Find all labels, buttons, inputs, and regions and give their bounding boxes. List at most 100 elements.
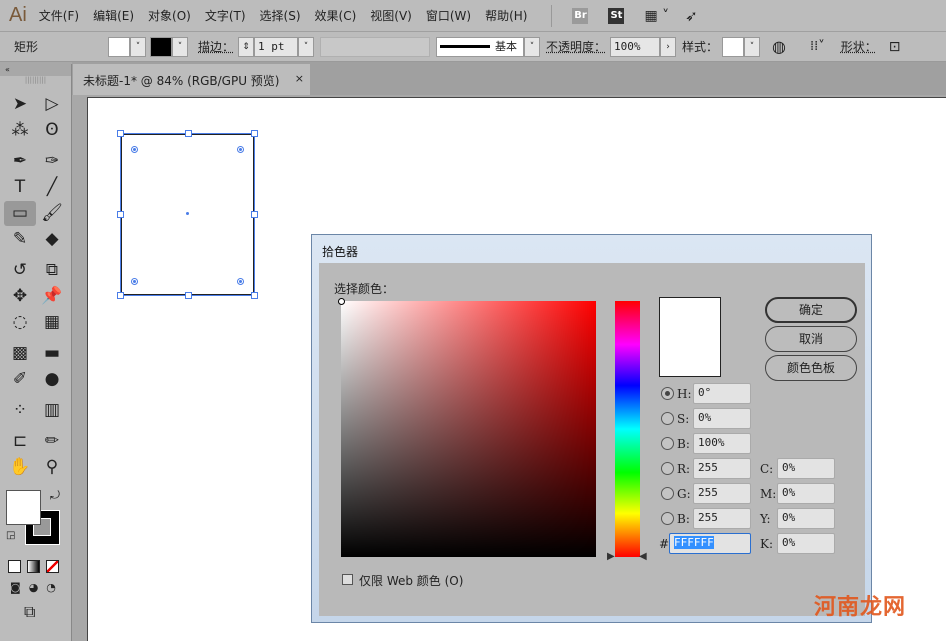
resize-handle[interactable] <box>117 130 124 137</box>
line-icon[interactable]: ╱ <box>36 175 68 200</box>
puppet-warp-icon[interactable]: ✥ <box>4 284 36 309</box>
cancel-button[interactable]: 取消 <box>765 326 857 352</box>
web-colors-checkbox[interactable] <box>342 574 353 585</box>
radio-h[interactable] <box>661 387 674 400</box>
stroke-stepper[interactable]: ⇕ <box>238 36 255 57</box>
symbol-sprayer-icon[interactable]: ⁘ <box>4 398 36 423</box>
gradient-icon[interactable]: ▬ <box>36 341 68 366</box>
slice-icon[interactable]: ✏ <box>36 429 68 454</box>
color-field[interactable] <box>338 298 596 557</box>
resize-handle[interactable] <box>117 211 124 218</box>
hue-slider[interactable] <box>615 301 640 557</box>
stroke-weight-input[interactable]: 1 pt <box>254 36 299 57</box>
opacity-input[interactable]: 100% <box>610 36 661 57</box>
resize-handle[interactable] <box>185 130 192 137</box>
input-y[interactable]: 0% <box>777 508 835 529</box>
transform-icon[interactable]: ⊡ <box>889 39 901 55</box>
swap-colors-icon[interactable]: ⤾ <box>50 488 60 503</box>
draw-behind-icon[interactable]: ◕ <box>29 581 39 594</box>
variable-width-dropdown[interactable] <box>320 36 431 57</box>
input-r[interactable]: 255 <box>693 458 751 479</box>
stock-button[interactable]: St <box>608 7 625 24</box>
hue-slider-right-arrow[interactable]: ◀ <box>639 551 647 562</box>
hex-input[interactable]: FFFFFF <box>669 533 751 554</box>
shaper-icon[interactable]: ✎ <box>4 227 36 252</box>
corner-widget[interactable] <box>131 146 138 153</box>
radio-r[interactable] <box>661 462 674 475</box>
stroke-weight-dropdown[interactable]: ˅ <box>298 36 315 57</box>
input-m[interactable]: 0% <box>777 483 835 504</box>
ok-button[interactable]: 确定 <box>765 297 857 323</box>
radio-s[interactable] <box>661 412 674 425</box>
radio-g[interactable] <box>661 487 674 500</box>
paintbrush-icon[interactable]: 🖌 <box>36 201 68 226</box>
bridge-button[interactable]: Br <box>572 7 589 24</box>
color-swatches-button[interactable]: 颜色色板 <box>765 355 857 381</box>
perspective-icon[interactable]: ▦ <box>36 310 68 335</box>
align-icon[interactable]: ⁞⁞˅ <box>810 39 825 54</box>
stroke-swatch[interactable] <box>150 36 172 57</box>
blend-icon[interactable]: ● <box>36 367 68 392</box>
fill-dropdown[interactable]: ˅ <box>130 36 146 57</box>
stroke-dropdown[interactable]: ˅ <box>172 36 188 57</box>
color-field-cursor[interactable] <box>338 298 345 305</box>
recolor-icon[interactable]: ◍ <box>772 37 786 56</box>
input-k[interactable]: 0% <box>777 533 835 554</box>
color-mode-icon[interactable] <box>8 560 21 573</box>
input-h[interactable]: 0° <box>693 383 751 404</box>
input-g[interactable]: 255 <box>693 483 751 504</box>
scale-icon[interactable]: ⧉ <box>36 258 68 283</box>
default-colors-icon[interactable]: ◲ <box>6 530 15 541</box>
web-colors-label[interactable]: 仅限 Web 颜色 (O) <box>359 572 463 589</box>
resize-handle[interactable] <box>251 130 258 137</box>
none-mode-icon[interactable] <box>46 560 59 573</box>
menu-help[interactable]: 帮助(H) <box>485 7 527 24</box>
input-b[interactable]: 100% <box>693 433 751 454</box>
menu-object[interactable]: 对象(O) <box>148 7 191 24</box>
resize-handle[interactable] <box>117 292 124 299</box>
collapse-toolbox-icon[interactable]: « <box>0 64 71 76</box>
menu-window[interactable]: 窗口(W) <box>426 7 471 24</box>
eraser-icon[interactable]: ◆ <box>36 227 68 252</box>
radio-b[interactable] <box>661 437 674 450</box>
resize-handle[interactable] <box>185 292 192 299</box>
opacity-label[interactable]: 不透明度： <box>546 38 606 55</box>
brush-dropdown[interactable]: 基本 <box>436 36 525 57</box>
brush-dropdown-arrow[interactable]: ˅ <box>524 36 541 57</box>
document-tab[interactable]: 未标题-1* @ 84% (RGB/GPU 预览) × <box>73 64 310 95</box>
draw-inside-icon[interactable]: ◔ <box>46 581 56 594</box>
hue-slider-left-arrow[interactable]: ▶ <box>607 551 615 562</box>
shape-builder-icon[interactable]: ◌ <box>4 310 36 335</box>
fill-swatch[interactable] <box>108 36 130 57</box>
hand-icon[interactable]: ✋ <box>4 455 36 480</box>
menu-edit[interactable]: 编辑(E) <box>93 7 134 24</box>
resize-handle[interactable] <box>251 211 258 218</box>
menu-view[interactable]: 视图(V) <box>370 7 412 24</box>
pen-icon[interactable]: ✒ <box>4 149 36 174</box>
menu-file[interactable]: 文件(F) <box>39 7 79 24</box>
style-dropdown[interactable]: ˅ <box>744 36 761 57</box>
selection-icon[interactable]: ➤ <box>4 92 36 117</box>
mesh-icon[interactable]: ▩ <box>4 341 36 366</box>
curvature-icon[interactable]: ✑ <box>36 149 68 174</box>
corner-widget[interactable] <box>237 146 244 153</box>
artboard-icon[interactable]: ⊏ <box>4 429 36 454</box>
close-tab-icon[interactable]: × <box>295 72 304 85</box>
input-c[interactable]: 0% <box>777 458 835 479</box>
selected-rectangle[interactable] <box>117 130 258 299</box>
opacity-arrow[interactable]: › <box>660 36 677 57</box>
menu-effect[interactable]: 效果(C) <box>315 7 357 24</box>
corner-widget[interactable] <box>131 278 138 285</box>
rectangle-icon[interactable]: ▭ <box>4 201 36 226</box>
pin-icon[interactable]: 📌 <box>36 284 68 309</box>
toolbox-grip[interactable]: ||||||||| <box>0 76 71 90</box>
screen-mode-icon[interactable]: ⧉ <box>0 594 71 622</box>
workspace-layout-icon[interactable]: ▦ ˅ <box>644 8 669 24</box>
rotate-icon[interactable]: ↺ <box>4 258 36 283</box>
magic-wand-icon[interactable]: ⁂ <box>4 118 36 143</box>
direct-selection-icon[interactable]: ▷ <box>36 92 68 117</box>
lasso-icon[interactable]: ʘ <box>36 118 68 143</box>
corner-widget[interactable] <box>237 278 244 285</box>
menu-select[interactable]: 选择(S) <box>260 7 301 24</box>
rocket-icon[interactable]: ➶ <box>685 7 698 25</box>
